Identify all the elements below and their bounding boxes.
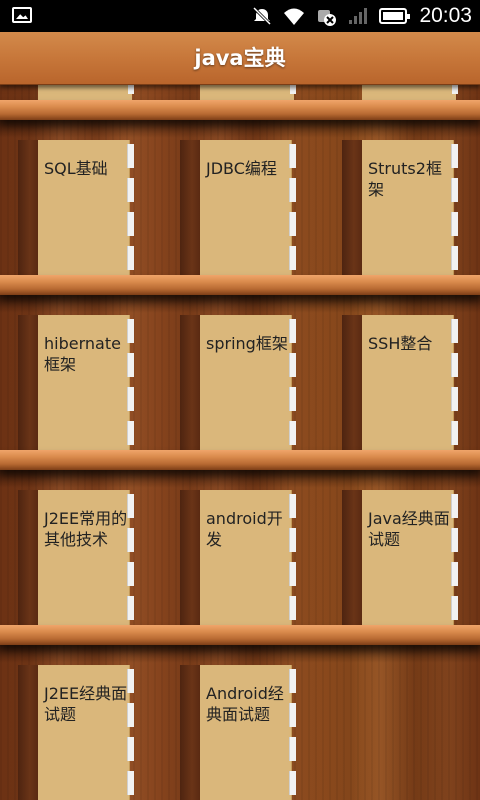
wifi-icon <box>284 8 305 25</box>
book-label: J2EE常用的其他技术 <box>44 509 128 549</box>
shelf: SQL基础 JDBC编程 Struts2框架 <box>0 120 480 275</box>
clock: 20:03 <box>419 4 472 27</box>
book-ssh[interactable]: SSH整合 <box>342 315 458 450</box>
battery-icon <box>379 8 411 24</box>
book-android-interview[interactable]: Android经典面试题 <box>180 665 296 800</box>
title-bar: java宝典 <box>0 32 480 85</box>
book-j2ee-interview[interactable]: J2EE经典面试题 <box>18 665 134 800</box>
bookshelf: SQL基础 JDBC编程 Struts2框架 hibernate框架 sprin… <box>0 84 480 800</box>
book-label: Struts2框架 <box>368 159 442 199</box>
shelf: J2EE常用的其他技术 android开发 Java经典面试题 <box>0 470 480 625</box>
book-label: SQL基础 <box>44 159 108 178</box>
book-sql[interactable]: SQL基础 <box>18 140 134 275</box>
shelf: hibernate框架 spring框架 SSH整合 <box>0 295 480 450</box>
shelf-board <box>0 625 480 645</box>
book-label: SSH整合 <box>368 334 433 353</box>
book-label: android开发 <box>206 509 283 549</box>
book-label: spring框架 <box>206 334 288 353</box>
shelf: J2EE经典面试题 Android经典面试题 <box>0 645 480 800</box>
partial-book[interactable] <box>200 84 296 100</box>
partial-book[interactable] <box>38 84 134 100</box>
signal-icon <box>349 8 368 24</box>
book-label: Android经典面试题 <box>206 684 284 724</box>
shelf-board <box>0 100 480 120</box>
book-spring[interactable]: spring框架 <box>180 315 296 450</box>
book-android[interactable]: android开发 <box>180 490 296 625</box>
book-struts2[interactable]: Struts2框架 <box>342 140 458 275</box>
book-label: hibernate框架 <box>44 334 121 374</box>
book-label: Java经典面试题 <box>368 509 450 549</box>
book-label: JDBC编程 <box>206 159 277 178</box>
book-label: J2EE经典面试题 <box>44 684 128 724</box>
book-jdbc[interactable]: JDBC编程 <box>180 140 296 275</box>
mute-icon <box>253 6 272 26</box>
page-title: java宝典 <box>194 46 286 70</box>
shelf-board <box>0 450 480 470</box>
status-bar: 20:03 <box>0 0 480 32</box>
book-java-interview[interactable]: Java经典面试题 <box>342 490 458 625</box>
book-hibernate[interactable]: hibernate框架 <box>18 315 134 450</box>
partial-book[interactable] <box>362 84 458 100</box>
shelf-board <box>0 275 480 295</box>
image-icon <box>12 7 32 23</box>
book-j2ee-other[interactable]: J2EE常用的其他技术 <box>18 490 134 625</box>
sync-icon <box>318 10 337 26</box>
